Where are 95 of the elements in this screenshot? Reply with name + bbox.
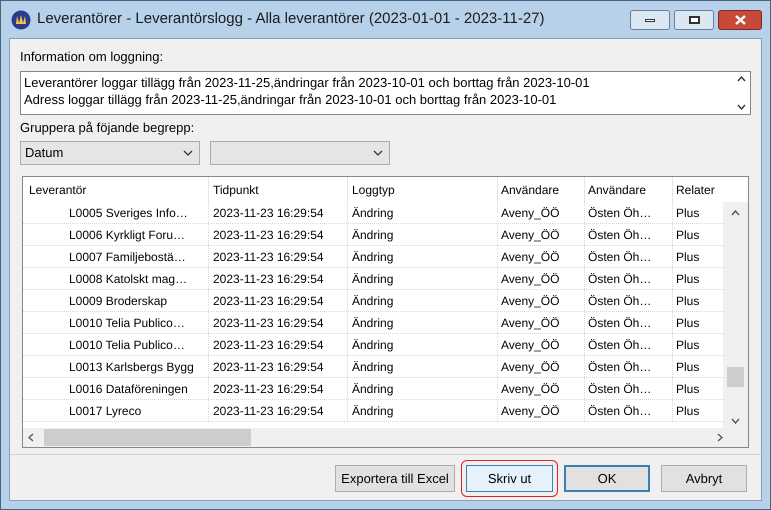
- column-header[interactable]: Användare: [585, 177, 673, 202]
- table-cell-text: 2023-11-23 16:29:54: [213, 358, 324, 376]
- info-label: Information om loggning:: [20, 49, 164, 65]
- chevron-down-icon: [183, 150, 193, 156]
- info-line: Adress loggar tillägg från 2023-11-25,ändringar från 2023-10-01 och borttag från 2023-10-01: [24, 91, 556, 108]
- table-cell-text: Aveny_ÖÖ: [501, 314, 560, 332]
- scroll-right-icon[interactable]: [717, 433, 723, 442]
- info-line: Leverantörer loggar tillägg från 2023-11-25,ändringar från 2023-10-01 och borttag från 2023-10-01: [24, 74, 590, 91]
- table-cell-text: Plus: [676, 336, 700, 354]
- table-cell-text: Ändring: [352, 380, 394, 398]
- table-cell-text: 2023-11-23 16:29:54: [213, 402, 324, 420]
- scroll-thumb[interactable]: [727, 367, 744, 387]
- table-cell-text: L0016 Dataföreningen: [69, 380, 188, 398]
- table-cell-text: Aveny_ÖÖ: [501, 204, 560, 222]
- table-cell-text: Plus: [676, 402, 700, 420]
- table-cell-text: Plus: [676, 380, 700, 398]
- table-cell-text: 2023-11-23 16:29:54: [213, 314, 324, 332]
- dialog-button[interactable]: Avbryt: [661, 465, 747, 492]
- table-cell-text: L0017 Lyreco: [69, 402, 142, 420]
- dialog-button[interactable]: OK: [564, 465, 650, 492]
- table-cell-text: Aveny_ÖÖ: [501, 380, 560, 398]
- scroll-down-icon[interactable]: [737, 104, 746, 110]
- table-cell-text: Plus: [676, 204, 700, 222]
- table-cell-text: Aveny_ÖÖ: [501, 336, 560, 354]
- scroll-up-icon[interactable]: [731, 210, 740, 216]
- close-button[interactable]: [718, 10, 762, 30]
- table-cell-text: Aveny_ÖÖ: [501, 226, 560, 244]
- table-cell-text: Aveny_ÖÖ: [501, 270, 560, 288]
- minimize-button[interactable]: [630, 10, 670, 30]
- dialog-button[interactable]: Exportera till Excel: [335, 465, 455, 492]
- table-cell-text: Ändring: [352, 336, 394, 354]
- table-cell-text: Plus: [676, 292, 700, 310]
- table-cell-text: 2023-11-23 16:29:54: [213, 204, 324, 222]
- table-cell-text: 2023-11-23 16:29:54: [213, 248, 324, 266]
- table-cell-text: L0005 Sveriges Info…: [69, 204, 188, 222]
- table-cell-text: Östen Öh…: [588, 226, 652, 244]
- scroll-down-icon[interactable]: [731, 418, 740, 424]
- table-cell-text: 2023-11-23 16:29:54: [213, 292, 324, 310]
- table-cell-text: Östen Öh…: [588, 402, 652, 420]
- table-cell-text: Aveny_ÖÖ: [501, 358, 560, 376]
- window-title: Leverantörer - Leverantörslogg - Alla leverantörer (2023-01-01 - 2023-11-27): [37, 9, 545, 30]
- column-header[interactable]: Leverantör: [23, 177, 209, 202]
- table-cell-text: Ändring: [352, 314, 394, 332]
- table-cell-text: Aveny_ÖÖ: [501, 402, 560, 420]
- scroll-left-icon[interactable]: [28, 433, 34, 442]
- maximize-button[interactable]: [674, 10, 714, 30]
- maximize-icon: [688, 16, 700, 24]
- table-cell-text: Ändring: [352, 292, 394, 310]
- table-cell-text: Plus: [676, 270, 700, 288]
- table-cell-text: L0009 Broderskap: [69, 292, 168, 310]
- horizontal-scrollbar[interactable]: [23, 428, 748, 447]
- table-cell-text: Aveny_ÖÖ: [501, 292, 560, 310]
- table-cell-text: 2023-11-23 16:29:54: [213, 380, 324, 398]
- table-cell-text: Östen Öh…: [588, 336, 652, 354]
- table-cell-text: Plus: [676, 226, 700, 244]
- table-cell-text: Östen Öh…: [588, 358, 652, 376]
- scroll-thumb[interactable]: [44, 429, 251, 446]
- table-cell-text: L0013 Karlsbergs Bygg: [69, 358, 194, 376]
- table-cell-text: Ändring: [352, 270, 394, 288]
- table-cell-text: Östen Öh…: [588, 292, 652, 310]
- table-cell-text: Östen Öh…: [588, 270, 652, 288]
- table-cell-text: Plus: [676, 358, 700, 376]
- table-cell-text: Ändring: [352, 226, 394, 244]
- info-text-area[interactable]: Leverantörer loggar tillägg från 2023-11-25,ändringar från 2023-10-01 och borttag från 2023-10-01 Adress loggar tillägg från 2023-11-25,ändringar från 2023-10-01 och borttag från 2023-10-01: [20, 71, 751, 115]
- table-cell-text: Ändring: [352, 402, 394, 420]
- table-cell-text: 2023-11-23 16:29:54: [213, 226, 324, 244]
- table-cell-text: Östen Öh…: [588, 314, 652, 332]
- column-header[interactable]: Tidpunkt: [209, 177, 348, 202]
- close-icon: [734, 15, 746, 25]
- dialog-button[interactable]: Skriv ut: [466, 465, 553, 492]
- table-cell-text: Ändring: [352, 358, 394, 376]
- table-cell-text: L0010 Telia Publico…: [69, 336, 185, 354]
- table-cell-text: Ändring: [352, 248, 394, 266]
- table-cell-text: Östen Öh…: [588, 380, 652, 398]
- table-cell-text: 2023-11-23 16:29:54: [213, 270, 324, 288]
- table-cell-text: L0008 Katolskt mag…: [69, 270, 188, 288]
- minimize-icon: [645, 18, 655, 22]
- vertical-scrollbar[interactable]: [723, 202, 748, 428]
- column-header[interactable]: Användare: [498, 177, 585, 202]
- table-cell-text: Ändring: [352, 204, 394, 222]
- app-logo-icon: [11, 10, 31, 30]
- grouping-dropdown[interactable]: Datum: [20, 141, 200, 165]
- column-header[interactable]: Loggtyp: [348, 177, 498, 202]
- table-cell-text: L0007 Familjebostä…: [69, 248, 186, 266]
- table-cell-text: Plus: [676, 314, 700, 332]
- table-cell-text: Plus: [676, 248, 700, 266]
- chevron-down-icon: [373, 150, 383, 156]
- scroll-up-icon[interactable]: [737, 76, 746, 82]
- grouping-label: Gruppera på föjande begrepp:: [20, 120, 196, 136]
- table-cell-text: 2023-11-23 16:29:54: [213, 336, 324, 354]
- table-cell-text: Östen Öh…: [588, 204, 652, 222]
- table-cell-text: L0006 Kyrkligt Foru…: [69, 226, 186, 244]
- table-cell-text: Aveny_ÖÖ: [501, 248, 560, 266]
- table-cell-text: L0010 Telia Publico…: [69, 314, 185, 332]
- table-cell-text: Östen Öh…: [588, 248, 652, 266]
